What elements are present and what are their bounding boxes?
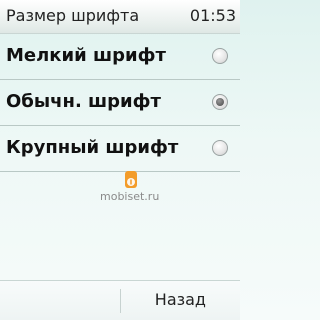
font-size-list: Мелкий шрифт Обычн. шрифт Крупный шрифт bbox=[0, 34, 240, 172]
font-option-label: Обычн. шрифт bbox=[6, 91, 161, 112]
page-title: Размер шрифта bbox=[6, 6, 140, 25]
font-option-label: Мелкий шрифт bbox=[6, 45, 166, 66]
radio-selected-icon[interactable] bbox=[212, 94, 228, 110]
radio-unselected-icon[interactable] bbox=[212, 48, 228, 64]
status-bar: Размер шрифта 01:53 bbox=[0, 0, 240, 34]
softkey-divider bbox=[120, 289, 121, 313]
font-option-label: Крупный шрифт bbox=[6, 137, 179, 158]
font-option-normal[interactable]: Обычн. шрифт bbox=[0, 80, 240, 126]
font-option-large[interactable]: Крупный шрифт bbox=[0, 126, 240, 172]
softkey-bar: Назад bbox=[0, 280, 240, 320]
radio-unselected-icon[interactable] bbox=[212, 140, 228, 156]
watermark-text: mobiset.ru bbox=[100, 190, 160, 203]
back-button[interactable]: Назад bbox=[155, 291, 206, 309]
font-option-small[interactable]: Мелкий шрифт bbox=[0, 34, 240, 80]
watermark: mobiset.ru bbox=[88, 170, 188, 210]
clock-time: 01:53 bbox=[189, 6, 236, 25]
mobiset-logo-icon bbox=[125, 171, 137, 188]
